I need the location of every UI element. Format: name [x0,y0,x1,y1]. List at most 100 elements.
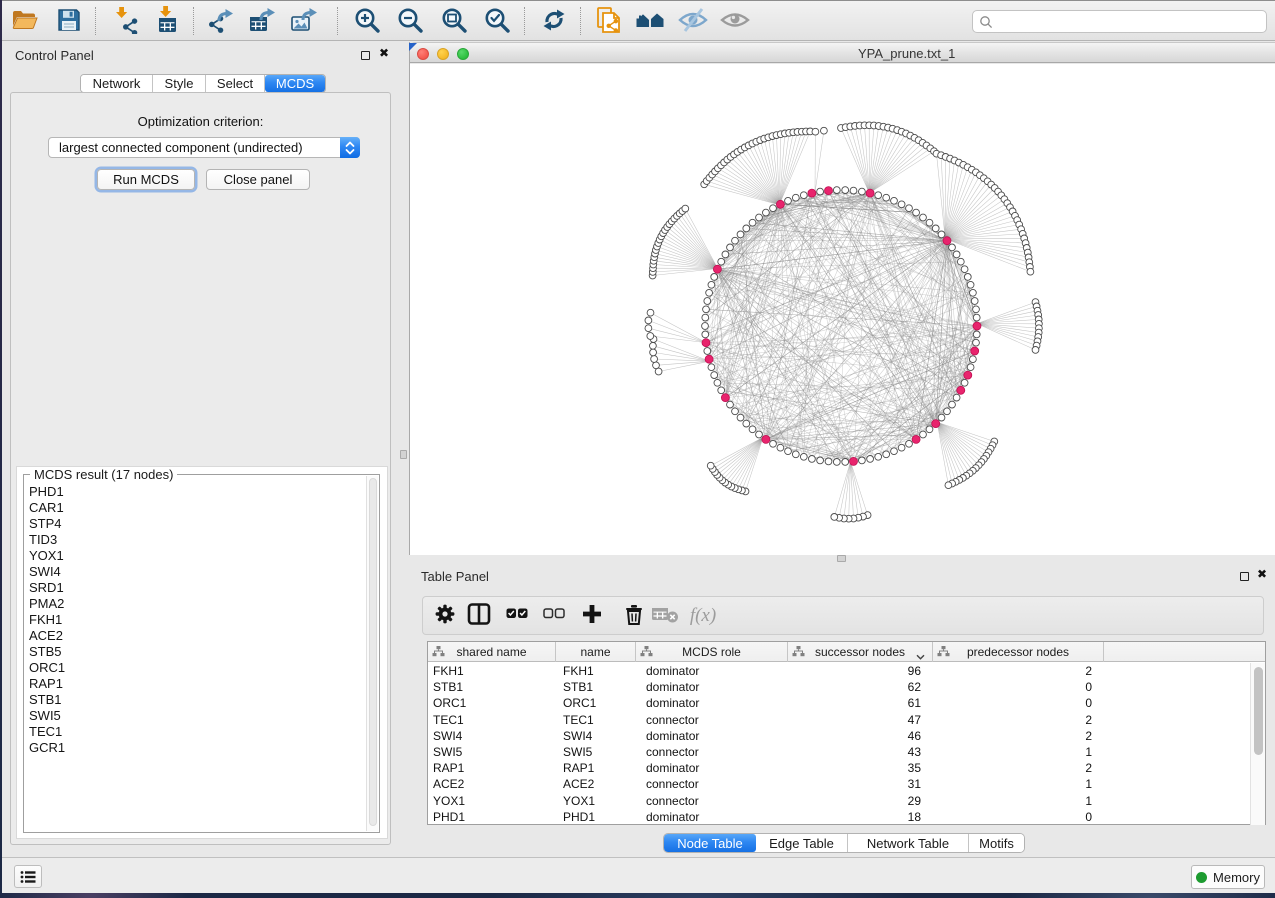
export-network-button[interactable] [206,7,236,37]
clone-network-button[interactable] [594,7,624,37]
mcds-result-item[interactable]: STB5 [25,644,368,660]
column-header-MCDS-role[interactable]: MCDS role [636,642,788,662]
table-scrollbar-thumb[interactable] [1254,667,1263,755]
close-window-icon[interactable] [417,48,429,60]
mcds-result-item[interactable]: TID3 [25,532,368,548]
close-panel-icon[interactable]: ✖ [379,47,389,60]
table-row-RAP1[interactable]: RAP1RAP1dominator352 [428,760,1250,776]
column-header-name[interactable]: name [556,642,636,662]
minimize-window-icon[interactable] [437,48,449,60]
table-row-ORC1[interactable]: ORC1ORC1dominator610 [428,695,1250,711]
import-network-button[interactable] [110,7,140,37]
mcds-result-item[interactable]: CAR1 [25,500,368,516]
vertical-splitter[interactable] [398,42,409,857]
mcds-result-item[interactable]: FKH1 [25,612,368,628]
tab-network[interactable]: Network [81,75,153,92]
horizontal-splitter-grip[interactable] [837,555,846,562]
mcds-result-item[interactable]: SWI5 [25,708,368,724]
zoom-out-button[interactable] [395,7,425,37]
table-row-YOX1[interactable]: YOX1YOX1connector291 [428,793,1250,809]
add-column-button[interactable] [578,602,606,630]
tab-network-table[interactable]: Network Table [848,834,969,852]
mcds-result-groupbox: MCDS result (17 nodes) PHD1CAR1STP4TID3Y… [23,474,380,833]
tab-edge-table[interactable]: Edge Table [756,834,848,852]
table-row-PHD1[interactable]: PHD1PHD1dominator180 [428,809,1250,825]
vertical-splitter-grip[interactable] [400,450,407,459]
table-scrollbar[interactable] [1250,663,1265,825]
mcds-result-item[interactable]: RAP1 [25,676,368,692]
mcds-result-item[interactable]: STP4 [25,516,368,532]
mcds-result-scrollbar-thumb[interactable] [369,478,377,826]
save-session-button[interactable] [54,7,84,37]
search-input[interactable] [993,15,1243,29]
zoom-fit-icon [440,6,468,39]
tab-mcds[interactable]: MCDS [265,75,325,92]
mcds-result-list[interactable]: PHD1CAR1STP4TID3YOX1SWI4SRD1PMA2FKH1ACE2… [25,484,368,831]
close-panel-button[interactable]: Close panel [206,169,310,190]
zoom-in-button[interactable] [352,7,382,37]
cell-successor-nodes: 62 [908,679,921,695]
mcds-result-item[interactable]: PMA2 [25,596,368,612]
memory-button[interactable]: Memory [1191,865,1265,889]
mcds-result-item[interactable]: STB1 [25,692,368,708]
mcds-result-item[interactable]: SRD1 [25,580,368,596]
hide-selected-button[interactable] [678,7,708,37]
cell-name: TEC1 [563,712,594,728]
zoom-selected-button[interactable] [482,7,512,37]
table-row-ACE2[interactable]: ACE2ACE2connector311 [428,776,1250,792]
mcds-result-item[interactable]: YOX1 [25,548,368,564]
cell-shared-name: FKH1 [433,663,464,679]
refresh-button[interactable] [539,7,569,37]
mcds-result-scrollbar[interactable] [366,476,378,831]
mcds-result-item[interactable]: TEC1 [25,724,368,740]
mcds-result-item[interactable]: ACE2 [25,628,368,644]
table-row-SWI4[interactable]: SWI4SWI4dominator462 [428,728,1250,744]
mcds-result-item[interactable]: ORC1 [25,660,368,676]
deselect-all-icon [543,607,565,625]
deselect-all-button[interactable] [540,602,568,630]
table-row-STB1[interactable]: STB1STB1dominator620 [428,679,1250,695]
open-file-button[interactable] [10,7,40,37]
overview-icon [635,6,665,39]
delete-table-button [651,602,679,630]
table-row-SWI5[interactable]: SWI5SWI5connector431 [428,744,1250,760]
task-history-button[interactable] [14,865,42,888]
export-table-button[interactable] [247,7,277,37]
select-all-button[interactable] [503,602,531,630]
table-row-FKH1[interactable]: FKH1FKH1dominator962 [428,663,1250,679]
float-table-panel-icon[interactable] [1240,572,1249,581]
close-table-panel-icon[interactable]: ✖ [1257,568,1267,581]
mcds-result-item[interactable]: SWI4 [25,564,368,580]
column-header-successor-nodes[interactable]: successor nodes [788,642,933,662]
tab-select[interactable]: Select [206,75,265,92]
tab-style[interactable]: Style [153,75,206,92]
run-mcds-button[interactable]: Run MCDS [97,169,195,190]
cell-successor-nodes: 61 [908,695,921,711]
dropdown-arrows-icon [340,137,360,158]
network-frame-titlebar[interactable]: YPA_prune.txt_1 [410,42,1275,63]
mcds-result-item[interactable]: GCR1 [25,740,368,756]
maximize-window-icon[interactable] [457,48,469,60]
table-row-TEC1[interactable]: TEC1TEC1connector472 [428,712,1250,728]
search-box[interactable] [972,10,1267,33]
criterion-dropdown[interactable]: largest connected component (undirected) [48,137,360,158]
toolbar-separator [193,7,194,35]
tab-node-table[interactable]: Node Table [664,834,756,852]
import-table-button[interactable] [152,7,182,37]
network-canvas[interactable] [410,64,1275,555]
column-label: successor nodes [788,642,932,662]
export-image-button[interactable] [289,7,319,37]
cell-predecessor-nodes: 1 [1085,793,1092,809]
gear-button[interactable] [431,602,459,630]
overview-button[interactable] [635,7,665,37]
show-all-button[interactable] [720,7,750,37]
float-panel-icon[interactable] [361,51,370,60]
column-header-shared-name[interactable]: shared name [428,642,556,662]
zoom-fit-button[interactable] [439,7,469,37]
column-header-predecessor-nodes[interactable]: predecessor nodes [933,642,1104,662]
tab-motifs[interactable]: Motifs [969,834,1024,852]
mcds-result-item[interactable]: PHD1 [25,484,368,500]
split-columns-button[interactable] [465,602,493,630]
delete-column-button[interactable] [620,602,648,630]
network-graph[interactable] [410,64,1275,555]
